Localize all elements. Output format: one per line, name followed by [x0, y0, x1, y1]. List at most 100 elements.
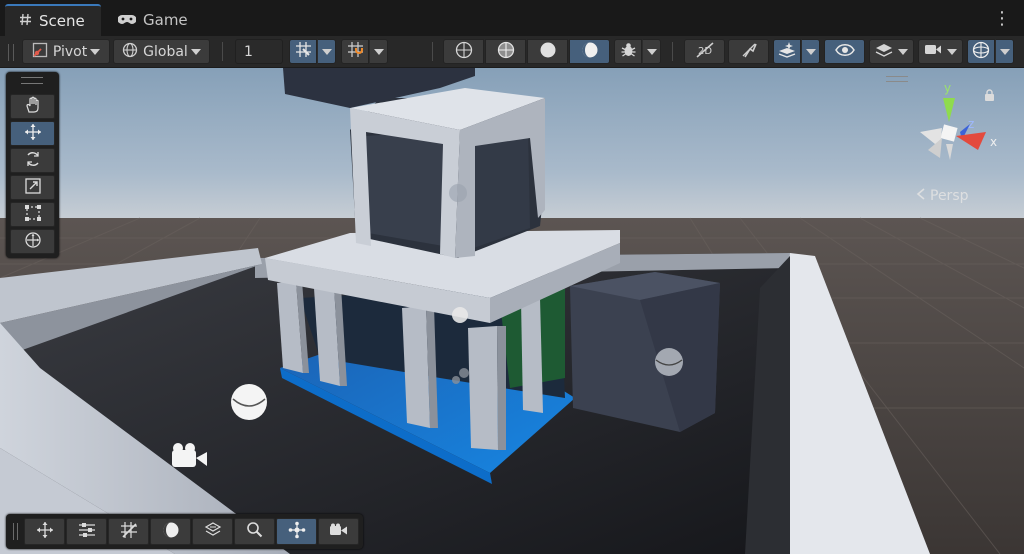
grid-snap-icon — [295, 41, 312, 62]
scene-render — [0, 68, 1024, 554]
more-options-icon[interactable]: ⋮ — [992, 8, 1012, 30]
rect-transform-icon — [24, 204, 42, 226]
effects-icon — [778, 41, 796, 62]
layers-dropdown[interactable] — [869, 39, 914, 64]
scene-view-window: Scene Game ⋮ Pivot Global 1 2D y z x Per… — [0, 0, 1024, 554]
move-icon — [36, 521, 54, 543]
lighting-toggle-button[interactable] — [728, 39, 769, 64]
effects-dropdown[interactable] — [801, 39, 820, 64]
move-arrows-icon — [24, 123, 42, 145]
rotate-icon — [24, 150, 42, 172]
chevron-down-icon — [646, 48, 657, 55]
overlay-grip[interactable] — [13, 523, 18, 540]
tab-scene-label: Scene — [39, 12, 85, 30]
camera-overlay-button[interactable] — [318, 518, 359, 545]
move-overlay-button[interactable] — [24, 518, 65, 545]
x-axis-cone[interactable] — [956, 132, 986, 150]
globe-icon — [122, 42, 138, 62]
hash-icon — [19, 12, 32, 30]
nodes-icon — [288, 521, 306, 543]
bug-icon — [620, 41, 637, 62]
scale-tool-button[interactable] — [10, 175, 55, 200]
unlit-shading-button[interactable] — [527, 39, 568, 64]
camera-icon — [329, 522, 348, 541]
scene-viewport[interactable] — [0, 68, 1024, 554]
magnet-grid-icon — [347, 41, 364, 62]
tab-bar: Scene Game ⋮ — [0, 0, 1024, 36]
eye-icon — [834, 43, 855, 61]
palette-grip[interactable] — [21, 77, 43, 84]
gizmos-dropdown[interactable] — [995, 39, 1014, 64]
shaded-mode-button[interactable] — [569, 39, 610, 64]
tools-palette — [6, 72, 59, 258]
light-slash-icon — [740, 42, 758, 62]
solid-sphere-icon — [539, 41, 557, 63]
view-tool-button[interactable] — [10, 94, 55, 119]
toolbar-separator — [432, 42, 433, 61]
grid-snap-dropdown[interactable] — [317, 39, 336, 64]
pivot-dropdown[interactable]: Pivot — [22, 39, 110, 64]
2d-slash-icon: 2D — [695, 41, 715, 62]
chevron-down-icon — [373, 48, 384, 55]
grid-snapping-toggle[interactable] — [289, 39, 317, 64]
global-dropdown[interactable]: Global — [113, 39, 210, 64]
chevron-down-icon — [898, 48, 908, 55]
projection-toggle[interactable]: Persp — [916, 188, 969, 204]
wireframe-sphere-icon — [455, 41, 473, 63]
chevron-down-icon — [321, 48, 332, 55]
gizmos-toggle[interactable] — [967, 39, 995, 64]
2d-toggle-button[interactable]: 2D — [684, 39, 725, 64]
chevron-down-icon — [90, 48, 101, 55]
shading-icon — [162, 521, 180, 543]
shaded-wire-sphere-icon — [497, 41, 515, 63]
sliders-icon — [78, 522, 96, 542]
gizmo-sphere-icon — [972, 41, 990, 63]
pivot-label: Pivot — [52, 43, 88, 60]
chevron-down-icon — [190, 48, 201, 55]
transform-icon — [24, 231, 42, 253]
toolbar-grip[interactable] — [8, 44, 14, 61]
tab-game[interactable]: Game — [104, 4, 194, 36]
svg-text:2D: 2D — [698, 46, 712, 57]
wireframe-shading-button[interactable] — [443, 39, 484, 64]
shaded-sphere-icon — [581, 41, 599, 63]
axis-y-label: y — [944, 81, 951, 95]
tab-scene[interactable]: Scene — [5, 4, 101, 36]
rotate-tool-button[interactable] — [10, 148, 55, 173]
toolbar-separator — [222, 42, 223, 61]
search-icon — [246, 521, 263, 542]
camera-settings-dropdown[interactable] — [918, 39, 963, 64]
increment-snap-dropdown[interactable] — [369, 39, 388, 64]
projection-label: Persp — [930, 188, 969, 204]
chevron-down-icon — [947, 48, 957, 55]
nodes-overlay-button[interactable] — [276, 518, 317, 545]
layers-overlay-button[interactable] — [192, 518, 233, 545]
pivot-icon — [32, 42, 48, 62]
rect-tool-button[interactable] — [10, 202, 55, 227]
chevron-left-icon — [916, 188, 926, 204]
axis-z-label: z — [968, 117, 974, 131]
y-axis-cone[interactable] — [943, 98, 955, 122]
layers-icon — [204, 521, 222, 543]
grid-snap-input[interactable]: 1 — [235, 39, 283, 64]
scale-icon — [24, 177, 42, 199]
debug-draw-dropdown[interactable] — [642, 39, 661, 64]
increment-snap-toggle[interactable] — [341, 39, 369, 64]
shading-overlay-button[interactable] — [150, 518, 191, 545]
move-tool-button[interactable] — [10, 121, 55, 146]
shaded-wireframe-button[interactable] — [485, 39, 526, 64]
grid-icon — [120, 521, 138, 543]
search-overlay-button[interactable] — [234, 518, 275, 545]
tab-game-label: Game — [143, 11, 188, 29]
transform-tool-button[interactable] — [10, 229, 55, 254]
scene-visibility-toggle[interactable] — [824, 39, 865, 64]
reflection-probe-icon[interactable] — [655, 348, 683, 376]
grid-snap-value: 1 — [244, 43, 253, 60]
settings-overlay-button[interactable] — [66, 518, 107, 545]
debug-draw-mode-button[interactable] — [614, 39, 642, 64]
video-camera-icon — [924, 43, 942, 60]
grid-overlay-button[interactable] — [108, 518, 149, 545]
light-probe-icon[interactable] — [231, 384, 267, 420]
chevron-down-icon — [805, 48, 816, 55]
effects-toggle-button[interactable] — [773, 39, 801, 64]
